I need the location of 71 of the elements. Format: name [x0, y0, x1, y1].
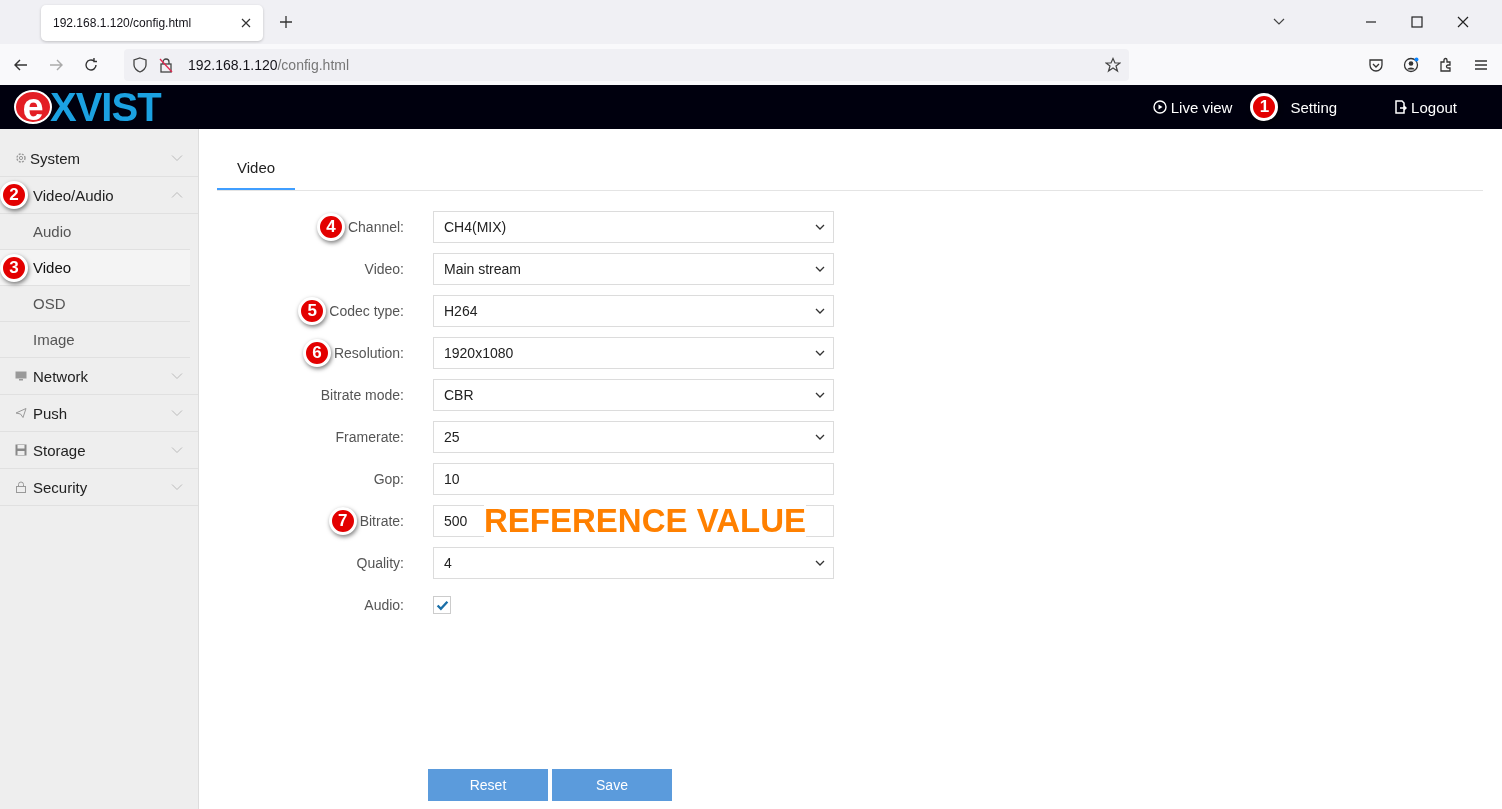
logout-icon	[1393, 100, 1408, 114]
field-label: Codec type:	[329, 303, 404, 319]
chevron-icon	[171, 483, 183, 491]
dropdown[interactable]: 4	[433, 547, 834, 579]
dropdown[interactable]: Main stream	[433, 253, 834, 285]
address-bar[interactable]: 192.168.1.120/config.html	[123, 48, 1130, 81]
close-icon[interactable]	[241, 18, 251, 28]
maximize-icon[interactable]	[1410, 15, 1424, 29]
field-label: Gop:	[373, 471, 404, 487]
url-text: 192.168.1.120/config.html	[187, 56, 350, 73]
sidebar-item[interactable]: System	[0, 140, 198, 177]
input-field[interactable]: 500 REFERENCE VALUE	[433, 505, 834, 537]
number-badge: 3	[0, 254, 28, 282]
logo: e XVIST	[14, 87, 161, 127]
browser-tab[interactable]: 192.168.1.120/config.html	[41, 5, 263, 41]
chevron-icon	[171, 191, 183, 199]
dropdown[interactable]: 25	[433, 421, 834, 453]
field-label: Quality:	[356, 555, 404, 571]
chevron-down-icon	[815, 308, 825, 314]
nav-link[interactable]: Logout	[1393, 98, 1457, 116]
chevron-down-icon	[815, 266, 825, 272]
monitor-icon	[15, 370, 27, 382]
chevron-icon	[171, 446, 183, 454]
chevron-icon	[171, 154, 183, 162]
field-label: Bitrate mode:	[320, 387, 404, 403]
send-icon	[15, 407, 27, 419]
tab-title: 192.168.1.120/config.html	[53, 16, 192, 30]
sidebar-subitem[interactable]: Image	[0, 322, 190, 358]
account-icon[interactable]	[1403, 56, 1420, 73]
sidebar-subitem[interactable]: 3 Video	[0, 250, 190, 286]
dropdown[interactable]: H264	[433, 295, 834, 327]
lock-icon	[15, 481, 27, 493]
checkbox[interactable]	[433, 596, 451, 614]
field-label: Resolution:	[333, 345, 404, 361]
chevron-down-icon	[815, 434, 825, 440]
insecure-lock-icon	[157, 56, 174, 73]
close-icon[interactable]	[1456, 15, 1470, 29]
reload-icon[interactable]	[82, 56, 99, 73]
reference-value-note: REFERENCE VALUE	[484, 504, 807, 538]
chevron-down-icon	[815, 350, 825, 356]
sidebar-item[interactable]: Push	[0, 395, 198, 432]
new-tab-icon[interactable]	[279, 15, 293, 29]
chevron-down-icon	[815, 392, 825, 398]
pocket-icon[interactable]	[1368, 56, 1385, 73]
chevron-down-icon	[815, 224, 825, 230]
field-label: Framerate:	[335, 429, 404, 445]
shield-icon	[131, 56, 148, 73]
chevron-icon	[171, 409, 183, 417]
puzzle-icon[interactable]	[1438, 56, 1454, 73]
gear-icon	[15, 152, 27, 164]
sidebar-item[interactable]: Storage	[0, 432, 198, 469]
field-label: Audio:	[364, 597, 404, 613]
star-icon[interactable]	[1105, 56, 1122, 73]
sidebar-item[interactable]: 2 Video/Audio	[0, 177, 198, 214]
field-label: Video:	[364, 261, 404, 277]
field-label: Channel:	[347, 219, 404, 235]
sidebar-item[interactable]: Security	[0, 469, 198, 506]
dropdown[interactable]: 1920x1080	[433, 337, 834, 369]
dropdown[interactable]: CH4(MIX)	[433, 211, 834, 243]
field-label: Bitrate:	[359, 513, 404, 529]
input-field[interactable]: 10	[433, 463, 834, 495]
number-badge: 1	[1250, 92, 1279, 121]
play-icon	[1152, 100, 1167, 114]
nav-link[interactable]: Live view	[1152, 98, 1233, 116]
chevron-down-icon	[815, 560, 825, 566]
dropdown[interactable]: CBR	[433, 379, 834, 411]
tab[interactable]: Video	[217, 149, 296, 190]
sidebar-subitem[interactable]: OSD	[0, 286, 190, 322]
sidebar-item[interactable]: Network	[0, 358, 198, 395]
number-badge: 2	[0, 181, 28, 209]
chevron-icon	[171, 372, 183, 380]
